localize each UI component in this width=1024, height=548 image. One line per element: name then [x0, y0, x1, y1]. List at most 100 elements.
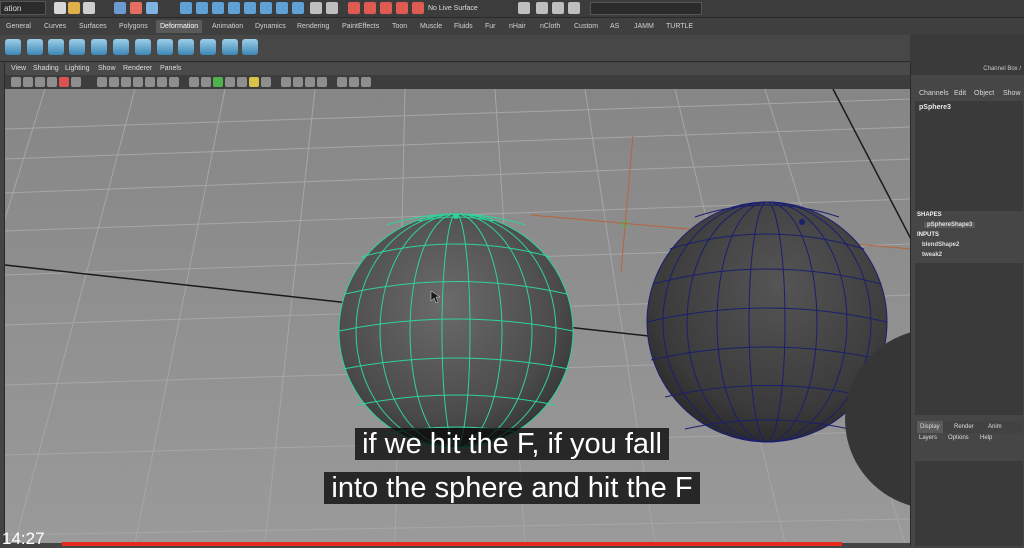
tab-toon[interactable]: Toon [388, 20, 411, 33]
tab-rendering[interactable]: Rendering [293, 20, 333, 33]
menu-set-dropdown[interactable]: ation [0, 1, 46, 15]
tab-surfaces[interactable]: Surfaces [75, 20, 111, 33]
video-progress-bar[interactable] [62, 542, 842, 546]
history-icon[interactable] [260, 2, 272, 14]
shadows-icon[interactable] [249, 77, 259, 87]
menu-view[interactable]: View [11, 63, 26, 75]
menu-renderer[interactable]: Renderer [123, 63, 152, 75]
nonlinear-twist-icon[interactable] [157, 39, 173, 55]
wireframe-on-shaded-icon[interactable] [213, 77, 223, 87]
tab-turtle[interactable]: TURTLE [662, 20, 697, 33]
tab-muscle[interactable]: Muscle [416, 20, 446, 33]
tab-jamm[interactable]: JAMM [630, 20, 658, 33]
exposure-icon[interactable] [349, 77, 359, 87]
tab-nhair[interactable]: nHair [505, 20, 530, 33]
tool-settings-icon[interactable] [552, 2, 564, 14]
use-all-lights-icon[interactable] [237, 77, 247, 87]
output-ops-icon[interactable] [292, 2, 304, 14]
field-chart-icon[interactable] [145, 77, 155, 87]
tab-deformation[interactable]: Deformation [156, 20, 203, 33]
menu-channels[interactable]: Channels [919, 90, 949, 97]
nonlinear-sine-icon[interactable] [113, 39, 129, 55]
tab-polygons[interactable]: Polygons [115, 20, 152, 33]
input-ops-icon[interactable] [276, 2, 288, 14]
isolate-select-icon[interactable] [281, 77, 291, 87]
viewport-renderer-icon[interactable] [361, 77, 371, 87]
nonlinear-flare-icon[interactable] [91, 39, 107, 55]
make-live-icon[interactable] [244, 2, 256, 14]
menu-lighting[interactable]: Lighting [65, 63, 90, 75]
live-surface-icon[interactable] [412, 2, 424, 14]
nonlinear-wave-icon[interactable] [178, 39, 194, 55]
menu-show[interactable]: Show [98, 63, 116, 75]
input-node[interactable]: blendShape2 [922, 242, 959, 248]
tab-ncloth[interactable]: nCloth [536, 20, 564, 33]
grease-pencil-icon[interactable] [71, 77, 81, 87]
open-scene-icon[interactable] [68, 2, 80, 14]
tab-animation[interactable]: Animation [208, 20, 247, 33]
cluster-icon[interactable] [27, 39, 43, 55]
tab-custom[interactable]: Custom [570, 20, 602, 33]
select-hierarchy-icon[interactable] [114, 2, 126, 14]
sculpt-deformer-icon[interactable] [200, 39, 216, 55]
select-camera-icon[interactable] [11, 77, 21, 87]
select-object-icon[interactable] [130, 2, 142, 14]
resolution-gate-icon[interactable] [121, 77, 131, 87]
new-scene-icon[interactable] [54, 2, 66, 14]
shape-node[interactable]: pSphereShape3 [924, 222, 976, 228]
nonlinear-bend-icon[interactable] [69, 39, 85, 55]
safe-action-icon[interactable] [157, 77, 167, 87]
nonlinear-squash-icon[interactable] [135, 39, 151, 55]
input-node[interactable]: tweak2 [922, 252, 942, 258]
bookmark-icon[interactable] [35, 77, 45, 87]
attribute-editor-icon[interactable] [536, 2, 548, 14]
lattice-icon[interactable] [5, 39, 21, 55]
render-current-frame-icon[interactable] [348, 2, 360, 14]
soft-modification-icon[interactable] [48, 39, 64, 55]
safe-title-icon[interactable] [169, 77, 179, 87]
xray-joints-icon[interactable] [305, 77, 315, 87]
tab-fur[interactable]: Fur [481, 20, 500, 33]
two-d-pan-icon[interactable] [59, 77, 69, 87]
snap-point-icon[interactable] [212, 2, 224, 14]
tab-general[interactable]: General [2, 20, 35, 33]
xray-components-icon[interactable] [317, 77, 327, 87]
camera-attributes-icon[interactable] [23, 77, 33, 87]
menu-show[interactable]: Show [1003, 90, 1021, 97]
hypershade-icon[interactable] [396, 2, 408, 14]
tab-as[interactable]: AS [606, 20, 623, 33]
menu-edit[interactable]: Edit [954, 90, 966, 97]
save-scene-icon[interactable] [83, 2, 95, 14]
wrap-deformer-icon[interactable] [242, 39, 258, 55]
xray-icon[interactable] [293, 77, 303, 87]
tab-curves[interactable]: Curves [40, 20, 70, 33]
menu-object[interactable]: Object [974, 90, 994, 97]
gamma-icon[interactable] [337, 77, 347, 87]
menu-panels[interactable]: Panels [160, 63, 181, 75]
render-settings-icon[interactable] [326, 2, 338, 14]
film-gate-icon[interactable] [109, 77, 119, 87]
construction-history-icon[interactable] [310, 2, 322, 14]
screen-space-ao-icon[interactable] [261, 77, 271, 87]
grid-icon[interactable] [97, 77, 107, 87]
tab-painteffects[interactable]: PaintEffects [338, 20, 383, 33]
command-field[interactable] [590, 2, 702, 15]
tab-fluids[interactable]: Fluids [450, 20, 477, 33]
render-view-icon[interactable] [380, 2, 392, 14]
smooth-shade-icon[interactable] [201, 77, 211, 87]
tab-dynamics[interactable]: Dynamics [251, 20, 290, 33]
selected-object-name[interactable]: pSphere3 [919, 104, 951, 111]
snap-view-plane-icon[interactable] [228, 2, 240, 14]
ipr-render-icon[interactable] [364, 2, 376, 14]
symmetry-icon[interactable] [518, 2, 530, 14]
gate-mask-icon[interactable] [133, 77, 143, 87]
select-component-icon[interactable] [146, 2, 158, 14]
image-plane-icon[interactable] [47, 77, 57, 87]
textured-icon[interactable] [225, 77, 235, 87]
wire-deformer-icon[interactable] [222, 39, 238, 55]
wireframe-icon[interactable] [189, 77, 199, 87]
snap-curve-icon[interactable] [196, 2, 208, 14]
snap-grid-icon[interactable] [180, 2, 192, 14]
channel-box-toggle-icon[interactable] [568, 2, 580, 14]
menu-shading[interactable]: Shading [33, 63, 59, 75]
